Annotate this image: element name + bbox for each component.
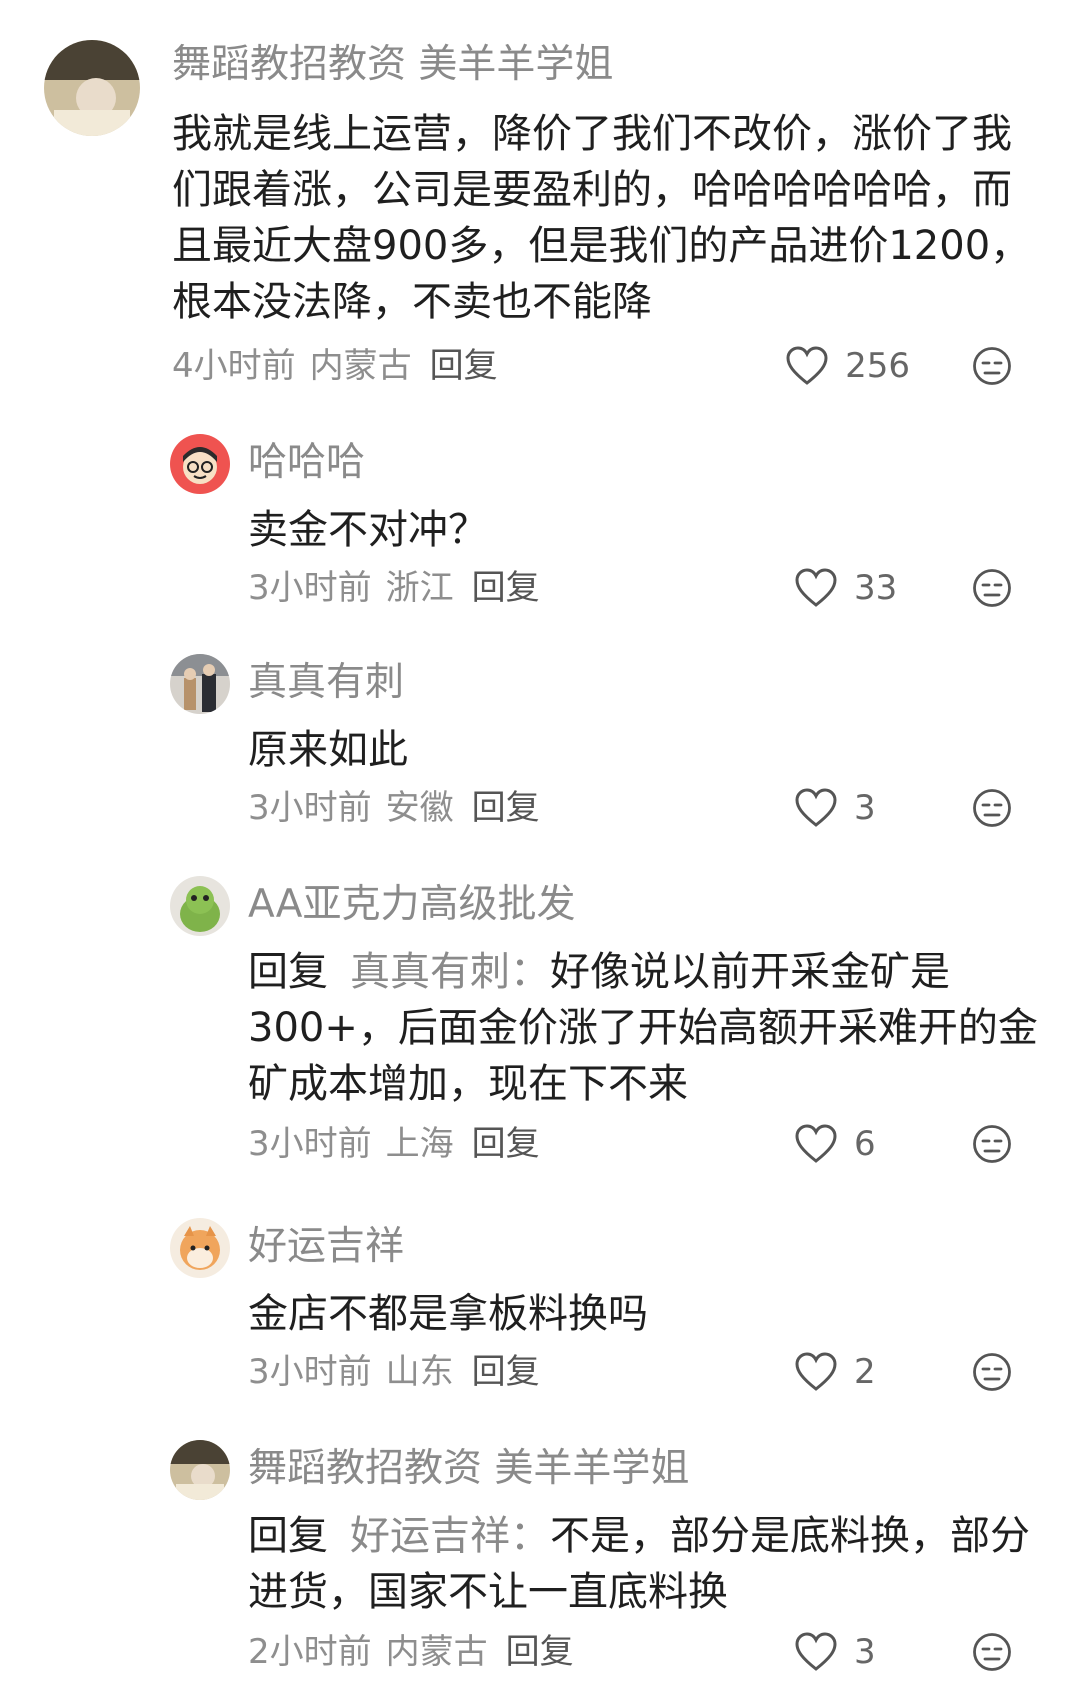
like-button[interactable]: 6 — [710, 1118, 910, 1170]
neutral-face-icon — [973, 1633, 1011, 1671]
avatar[interactable] — [170, 876, 230, 936]
comment-text: 回复 好运吉祥：不是，部分是底料换，部分进货，国家不让一直底料换 — [248, 1508, 1038, 1620]
reply-prefix: 回复 — [248, 1513, 328, 1559]
reply-button[interactable]: 回复 — [472, 1124, 540, 1164]
comment-location: 安徽 — [385, 788, 454, 828]
username[interactable]: 舞蹈教招教资 美羊羊学姐 — [172, 40, 613, 90]
username[interactable]: 好运吉祥 — [248, 1222, 404, 1272]
comment-time: 3小时前 — [248, 1124, 372, 1164]
dislike-button[interactable] — [972, 1124, 1012, 1164]
reply-prefix: 回复 — [248, 949, 328, 995]
like-count: 2 — [854, 1352, 876, 1392]
reply-item: 真真有刺 原来如此 3小时前 安徽 回复 3 — [0, 640, 1080, 840]
reply-target-user[interactable]: 好运吉祥： — [350, 1513, 550, 1559]
comment-location: 浙江 — [385, 568, 454, 608]
heart-outline-icon — [795, 1124, 837, 1163]
neutral-face-icon — [973, 789, 1011, 827]
comment-text: 原来如此 — [248, 727, 408, 773]
comment-meta: 3小时前 上海 回复 — [248, 1122, 554, 1166]
username[interactable]: 舞蹈教招教资 美羊羊学姐 — [248, 1444, 689, 1494]
comment-text: 我就是线上运营，降价了我们不改价，涨价了我们跟着涨，公司是要盈利的，哈哈哈哈哈哈… — [172, 111, 1031, 325]
reply-button[interactable]: 回复 — [472, 568, 540, 608]
reply-item: 好运吉祥 金店不都是拿板料换吗 3小时前 山东 回复 2 — [0, 1204, 1080, 1404]
like-button[interactable]: 256 — [710, 340, 910, 392]
comment-time: 2小时前 — [248, 1632, 372, 1672]
comment-meta: 3小时前 安徽 回复 — [248, 786, 554, 830]
heart-outline-icon — [795, 1632, 837, 1671]
neutral-face-icon — [973, 569, 1011, 607]
comment-location: 内蒙古 — [309, 346, 412, 386]
reply-item: AA亚克力高级批发 回复 真真有刺：好像说以前开采金矿是300+，后面金价涨了开始… — [0, 862, 1080, 1182]
like-button[interactable]: 3 — [710, 1626, 910, 1678]
dislike-button[interactable] — [972, 788, 1012, 828]
comment-text: 金店不都是拿板料换吗 — [248, 1291, 648, 1337]
reply-target-user[interactable]: 真真有刺： — [350, 949, 550, 995]
comment-text: 回复 真真有刺：好像说以前开采金矿是300+，后面金价涨了开始高额开采难开的金矿成… — [248, 944, 1038, 1112]
comment-time: 3小时前 — [248, 788, 372, 828]
avatar[interactable] — [44, 40, 140, 136]
comment-time: 3小时前 — [248, 568, 372, 608]
username[interactable]: 哈哈哈 — [248, 438, 365, 488]
avatar[interactable] — [170, 654, 230, 714]
comment-meta: 3小时前 山东 回复 — [248, 1350, 554, 1394]
heart-outline-icon — [786, 346, 828, 385]
dislike-button[interactable] — [972, 1632, 1012, 1672]
reply-item: 舞蹈教招教资 美羊羊学姐 回复 好运吉祥：不是，部分是底料换，部分进货，国家不让一… — [0, 1426, 1080, 1698]
like-count: 6 — [854, 1124, 876, 1164]
username[interactable]: 真真有刺 — [248, 658, 404, 708]
comment-meta: 3小时前 浙江 回复 — [248, 566, 554, 610]
like-button[interactable]: 33 — [710, 562, 910, 614]
heart-outline-icon — [795, 568, 837, 607]
username[interactable]: AA亚克力高级批发 — [248, 880, 575, 930]
reply-button[interactable]: 回复 — [472, 788, 540, 828]
dislike-button[interactable] — [972, 568, 1012, 608]
comment-meta: 2小时前 内蒙古 回复 — [248, 1630, 588, 1674]
comment-location: 内蒙古 — [385, 1632, 488, 1672]
avatar[interactable] — [170, 434, 230, 494]
dislike-button[interactable] — [972, 1352, 1012, 1392]
comment-time: 4小时前 — [172, 346, 296, 386]
heart-outline-icon — [795, 788, 837, 827]
avatar[interactable] — [170, 1440, 230, 1500]
like-count: 3 — [854, 788, 876, 828]
like-count: 256 — [845, 346, 910, 386]
comment-location: 山东 — [385, 1352, 454, 1392]
neutral-face-icon — [973, 1125, 1011, 1163]
comment-item: 舞蹈教招教资 美羊羊学姐 我就是线上运营，降价了我们不改价，涨价了我们跟着涨，公… — [0, 0, 1080, 400]
comment-location: 上海 — [385, 1124, 454, 1164]
like-count: 3 — [854, 1632, 876, 1672]
reply-button[interactable]: 回复 — [472, 1352, 540, 1392]
dislike-button[interactable] — [972, 346, 1012, 386]
reply-button[interactable]: 回复 — [506, 1632, 574, 1672]
reply-button[interactable]: 回复 — [430, 346, 498, 386]
like-button[interactable]: 3 — [710, 782, 910, 834]
comment-time: 3小时前 — [248, 1352, 372, 1392]
like-button[interactable]: 2 — [710, 1346, 910, 1398]
comment-meta: 4小时前 内蒙古 回复 — [172, 344, 512, 388]
neutral-face-icon — [973, 347, 1011, 385]
comment-text: 卖金不对冲？ — [248, 507, 488, 553]
heart-outline-icon — [795, 1352, 837, 1391]
reply-item: 哈哈哈 卖金不对冲？ 3小时前 浙江 回复 33 — [0, 420, 1080, 620]
avatar[interactable] — [170, 1218, 230, 1278]
like-count: 33 — [854, 568, 898, 608]
neutral-face-icon — [973, 1353, 1011, 1391]
